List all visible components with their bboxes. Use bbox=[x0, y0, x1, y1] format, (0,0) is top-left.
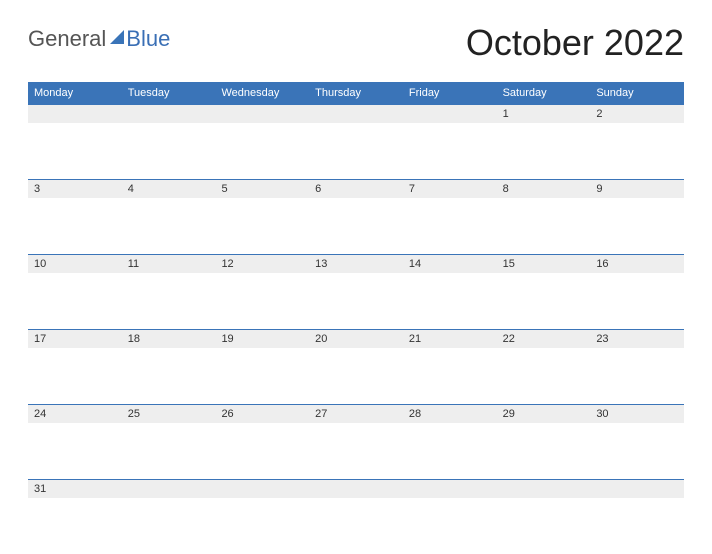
logo: General Blue bbox=[28, 20, 170, 52]
day-cell: 19 bbox=[215, 329, 309, 404]
day-cell: 28 bbox=[403, 404, 497, 479]
day-number: 7 bbox=[409, 183, 415, 195]
day-number: 2 bbox=[596, 108, 602, 120]
day-number: 23 bbox=[596, 333, 608, 345]
day-number: 31 bbox=[34, 483, 46, 495]
triangle-icon bbox=[110, 30, 124, 44]
day-number: 22 bbox=[503, 333, 515, 345]
day-number: 20 bbox=[315, 333, 327, 345]
day-number: 12 bbox=[221, 258, 233, 270]
day-cell: 21 bbox=[403, 329, 497, 404]
day-cell: 31 bbox=[28, 479, 122, 554]
day-cell: 20 bbox=[309, 329, 403, 404]
day-cell: 26 bbox=[215, 404, 309, 479]
day-cell: 5 bbox=[215, 179, 309, 254]
day-cell bbox=[497, 479, 591, 554]
month-title: October 2022 bbox=[466, 20, 684, 64]
day-cell bbox=[122, 104, 216, 179]
day-cell: 10 bbox=[28, 254, 122, 329]
day-number: 19 bbox=[221, 333, 233, 345]
day-cell bbox=[403, 479, 497, 554]
day-number: 1 bbox=[503, 108, 509, 120]
day-number: 28 bbox=[409, 408, 421, 420]
day-number: 16 bbox=[596, 258, 608, 270]
day-cell: 3 bbox=[28, 179, 122, 254]
day-cell: 13 bbox=[309, 254, 403, 329]
day-cell: 2 bbox=[590, 104, 684, 179]
day-number: 15 bbox=[503, 258, 515, 270]
day-number: 30 bbox=[596, 408, 608, 420]
day-number: 26 bbox=[221, 408, 233, 420]
day-number: 17 bbox=[34, 333, 46, 345]
day-number: 21 bbox=[409, 333, 421, 345]
day-cell bbox=[122, 479, 216, 554]
day-cell: 23 bbox=[590, 329, 684, 404]
calendar-grid: Monday Tuesday Wednesday Thursday Friday… bbox=[28, 82, 684, 554]
day-cell: 16 bbox=[590, 254, 684, 329]
day-number: 13 bbox=[315, 258, 327, 270]
weekday-header-row: Monday Tuesday Wednesday Thursday Friday… bbox=[28, 82, 684, 104]
day-cell: 25 bbox=[122, 404, 216, 479]
day-cell: 7 bbox=[403, 179, 497, 254]
day-cell: 6 bbox=[309, 179, 403, 254]
day-cell: 15 bbox=[497, 254, 591, 329]
day-number: 5 bbox=[221, 183, 227, 195]
weekday-header: Monday bbox=[28, 87, 122, 99]
day-number: 18 bbox=[128, 333, 140, 345]
week-row: 24 25 26 27 28 29 30 bbox=[28, 404, 684, 479]
day-number: 9 bbox=[596, 183, 602, 195]
day-number: 14 bbox=[409, 258, 421, 270]
day-cell: 24 bbox=[28, 404, 122, 479]
day-number: 27 bbox=[315, 408, 327, 420]
day-cell: 22 bbox=[497, 329, 591, 404]
weekday-header: Tuesday bbox=[122, 87, 216, 99]
day-cell: 14 bbox=[403, 254, 497, 329]
week-row: 10 11 12 13 14 15 16 bbox=[28, 254, 684, 329]
day-cell bbox=[215, 104, 309, 179]
header-section: General Blue October 2022 bbox=[28, 20, 684, 64]
day-number: 29 bbox=[503, 408, 515, 420]
day-cell bbox=[309, 479, 403, 554]
weekday-header: Wednesday bbox=[215, 87, 309, 99]
day-number: 25 bbox=[128, 408, 140, 420]
day-number: 11 bbox=[128, 258, 139, 270]
weekday-header: Thursday bbox=[309, 87, 403, 99]
weekday-header: Saturday bbox=[497, 87, 591, 99]
logo-text-1: General bbox=[28, 26, 106, 52]
week-row: 3 4 5 6 7 8 9 bbox=[28, 179, 684, 254]
weekday-header: Friday bbox=[403, 87, 497, 99]
day-cell: 18 bbox=[122, 329, 216, 404]
day-cell: 11 bbox=[122, 254, 216, 329]
day-number: 6 bbox=[315, 183, 321, 195]
day-cell: 27 bbox=[309, 404, 403, 479]
week-row: 17 18 19 20 21 22 23 bbox=[28, 329, 684, 404]
day-number: 10 bbox=[34, 258, 46, 270]
day-cell bbox=[28, 104, 122, 179]
day-cell: 30 bbox=[590, 404, 684, 479]
week-row: 1 2 bbox=[28, 104, 684, 179]
day-number: 8 bbox=[503, 183, 509, 195]
day-cell: 17 bbox=[28, 329, 122, 404]
week-row: 31 bbox=[28, 479, 684, 554]
day-cell bbox=[215, 479, 309, 554]
day-cell bbox=[309, 104, 403, 179]
day-cell: 4 bbox=[122, 179, 216, 254]
day-cell: 29 bbox=[497, 404, 591, 479]
day-cell: 9 bbox=[590, 179, 684, 254]
logo-text-2: Blue bbox=[126, 26, 170, 52]
day-cell: 8 bbox=[497, 179, 591, 254]
day-cell bbox=[590, 479, 684, 554]
day-number: 4 bbox=[128, 183, 134, 195]
day-cell: 12 bbox=[215, 254, 309, 329]
day-cell bbox=[403, 104, 497, 179]
day-number: 3 bbox=[34, 183, 40, 195]
day-number: 24 bbox=[34, 408, 46, 420]
day-cell: 1 bbox=[497, 104, 591, 179]
weekday-header: Sunday bbox=[590, 87, 684, 99]
